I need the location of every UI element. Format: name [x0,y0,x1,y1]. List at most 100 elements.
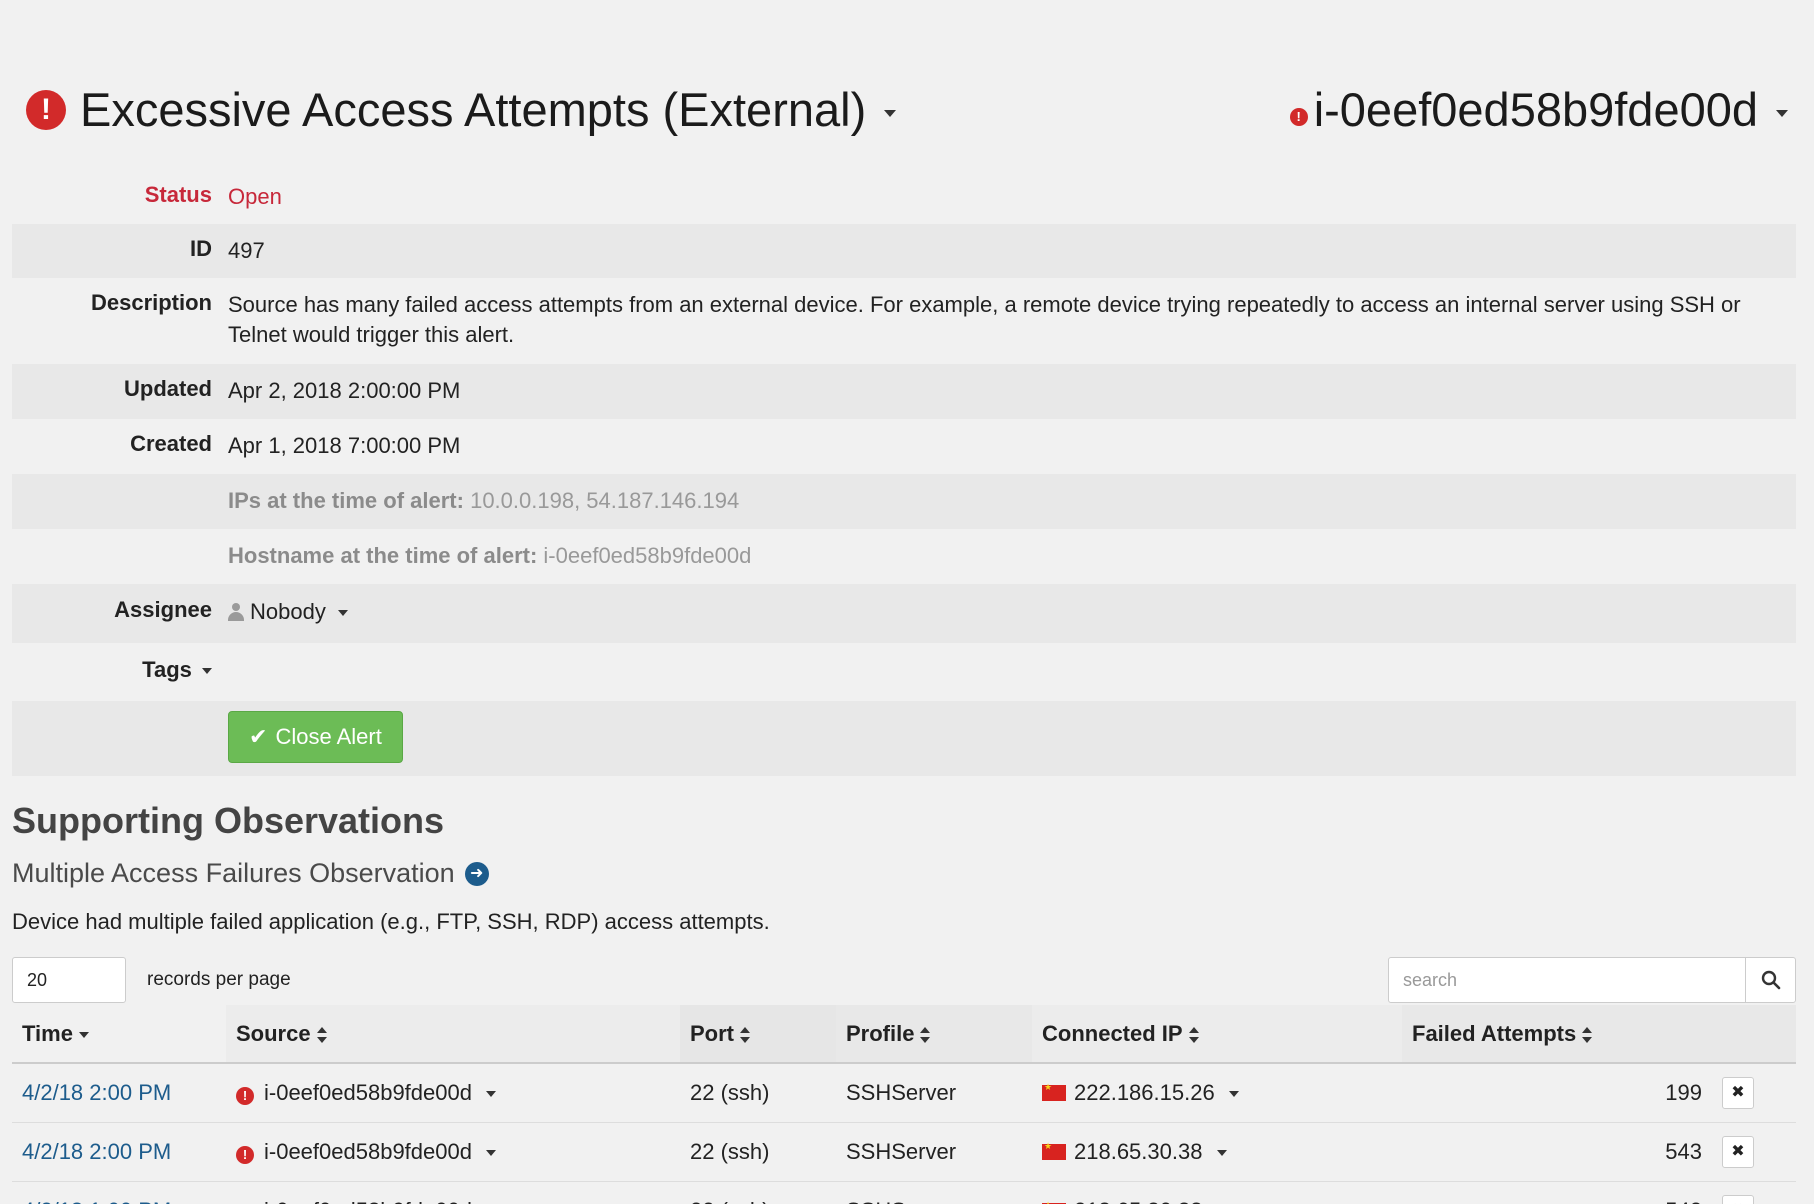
close-alert-label: Close Alert [275,724,382,749]
column-connected-ip[interactable]: Connected IP [1032,1005,1402,1064]
alert-exclamation-icon: ! [26,89,66,130]
status-label: Status [144,182,212,207]
row-source[interactable]: !i-0eef0ed58b9fde00d [226,1063,680,1123]
circle-arrow-right-icon[interactable]: ➜ [464,861,489,886]
chevron-down-icon[interactable] [486,1149,497,1156]
tags-dropdown[interactable]: Tags [12,657,228,683]
detail-row-assignee: Assignee Nobody [12,584,1796,643]
checkmark-icon: ✔ [249,724,268,749]
table-header-row: Time Source Port Profile Connected IP Fa… [12,1005,1796,1064]
row-port: 22 (ssh) [680,1122,836,1182]
sort-desc-icon [79,1031,90,1038]
chevron-down-icon[interactable] [486,1090,497,1097]
description-label: Description [90,290,212,315]
status-value: Open [228,184,282,209]
column-source[interactable]: Source [226,1005,680,1064]
detail-row-hostname: Hostname at the time of alert: i-0eef0ed… [12,529,1796,584]
alert-title-group[interactable]: ! Excessive Access Attempts (External) [26,82,897,137]
person-icon [228,603,244,621]
row-time[interactable]: 4/2/18 1:00 PM [12,1181,226,1204]
section-title: Supporting Observations [12,800,445,841]
column-failed-attempts[interactable]: Failed Attempts [1402,1005,1712,1064]
sort-icon [920,1026,931,1043]
alert-header: ! Excessive Access Attempts (External) !… [26,82,1788,142]
row-failed-attempts: 542 [1402,1181,1712,1204]
tags-label: Tags [142,657,192,682]
detail-row-description: Description Source has many failed acces… [12,278,1796,364]
close-alert-button[interactable]: ✔ Close Alert [228,711,403,763]
host-name: i-0eef0ed58b9fde00d [1313,83,1758,136]
chevron-down-icon [202,668,212,675]
id-label: ID [190,236,212,261]
table-controls: 20 records per page search [12,957,1796,1003]
observation-description: Device had multiple failed application (… [12,909,770,934]
row-source[interactable]: !i-0eef0ed58b9fde00d [226,1122,680,1182]
row-connected-ip[interactable]: 222.186.15.26 [1032,1063,1402,1123]
created-value: Apr 1, 2018 7:00:00 PM [228,433,461,458]
alert-exclamation-icon: ! [236,1145,254,1164]
chevron-down-icon [337,610,348,617]
host-title-group[interactable]: ! i-0eef0ed58b9fde00d [1289,82,1788,137]
detail-row-ips: IPs at the time of alert: 10.0.0.198, 54… [12,474,1796,529]
hostname-at-alert: Hostname at the time of alert: i-0eef0ed… [228,541,1796,571]
alert-exclamation-icon: ! [236,1086,254,1105]
detail-row-tags: Tags [12,643,1796,701]
ips-at-alert: IPs at the time of alert: 10.0.0.198, 54… [228,486,1796,516]
column-port[interactable]: Port [680,1005,836,1064]
row-profile: SSHServer [836,1181,1032,1204]
chevron-down-icon[interactable] [884,110,897,117]
row-connected-ip[interactable]: 218.65.30.38 [1032,1181,1402,1204]
row-failed-attempts: 199 [1402,1063,1712,1123]
chevron-down-icon[interactable] [1216,1149,1227,1156]
supporting-observations: Supporting Observations Multiple Access … [12,800,1796,1204]
chevron-down-icon[interactable] [1228,1090,1239,1097]
id-value: 497 [228,238,265,263]
records-per-page-label: records per page [147,969,291,990]
assignee-dropdown[interactable]: Nobody [228,597,1796,627]
detail-row-id: ID 497 [12,224,1796,278]
search-icon [1761,970,1780,990]
china-flag-icon [1042,1082,1066,1101]
row-source[interactable]: !i-0eef0ed58b9fde00d [226,1181,680,1204]
search-button[interactable] [1745,958,1795,1002]
ips-label: IPs at the time of alert: [228,488,464,513]
search-input[interactable]: search [1389,958,1745,1002]
remove-row-button[interactable]: ✖ [1722,1076,1754,1109]
sort-icon [316,1026,327,1043]
row-time[interactable]: 4/2/18 2:00 PM [12,1122,226,1182]
row-profile: SSHServer [836,1122,1032,1182]
table-body: 4/2/18 2:00 PM! i-0eef0ed58b9fde00d 22 (s… [12,1063,1796,1204]
records-per-page-select[interactable]: 20 [12,957,126,1003]
observation-title: Multiple Access Failures Observation [12,858,455,888]
remove-row-button[interactable]: ✖ [1722,1135,1754,1168]
ips-value: 10.0.0.198, 54.187.146.194 [470,488,740,513]
detail-row-status: Status Open [12,170,1796,224]
observations-table: Time Source Port Profile Connected IP Fa… [12,1005,1796,1204]
column-time[interactable]: Time [12,1005,226,1064]
hostname-label: Hostname at the time of alert: [228,543,538,568]
alert-details: Status Open ID 497 Description Source ha… [12,170,1796,776]
row-connected-ip[interactable]: 218.65.30.38 [1032,1122,1402,1182]
sort-icon [1582,1026,1593,1043]
assignee-label: Assignee [114,597,212,622]
sort-icon [1188,1026,1199,1043]
created-label: Created [130,431,212,456]
detail-row-created: Created Apr 1, 2018 7:00:00 PM [12,419,1796,474]
detail-row-updated: Updated Apr 2, 2018 2:00:00 PM [12,364,1796,419]
hostname-value: i-0eef0ed58b9fde00d [543,543,752,568]
alert-exclamation-icon: ! [1289,107,1308,126]
column-profile[interactable]: Profile [836,1005,1032,1064]
observation-title-link[interactable]: Multiple Access Failures Observation ➜ [12,858,1796,889]
row-time[interactable]: 4/2/18 2:00 PM [12,1063,226,1123]
row-port: 22 (ssh) [680,1181,836,1204]
remove-row-button[interactable]: ✖ [1722,1194,1754,1204]
sort-icon [740,1026,750,1043]
alert-detail-page: ! Excessive Access Attempts (External) !… [0,0,1814,1204]
search-box: search [1388,957,1796,1003]
row-failed-attempts: 543 [1402,1122,1712,1182]
updated-value: Apr 2, 2018 2:00:00 PM [228,378,461,403]
row-port: 22 (ssh) [680,1063,836,1123]
chevron-down-icon[interactable] [1776,110,1788,117]
table-row: 4/2/18 2:00 PM! i-0eef0ed58b9fde00d 22 (s… [12,1063,1796,1123]
updated-label: Updated [124,376,212,401]
